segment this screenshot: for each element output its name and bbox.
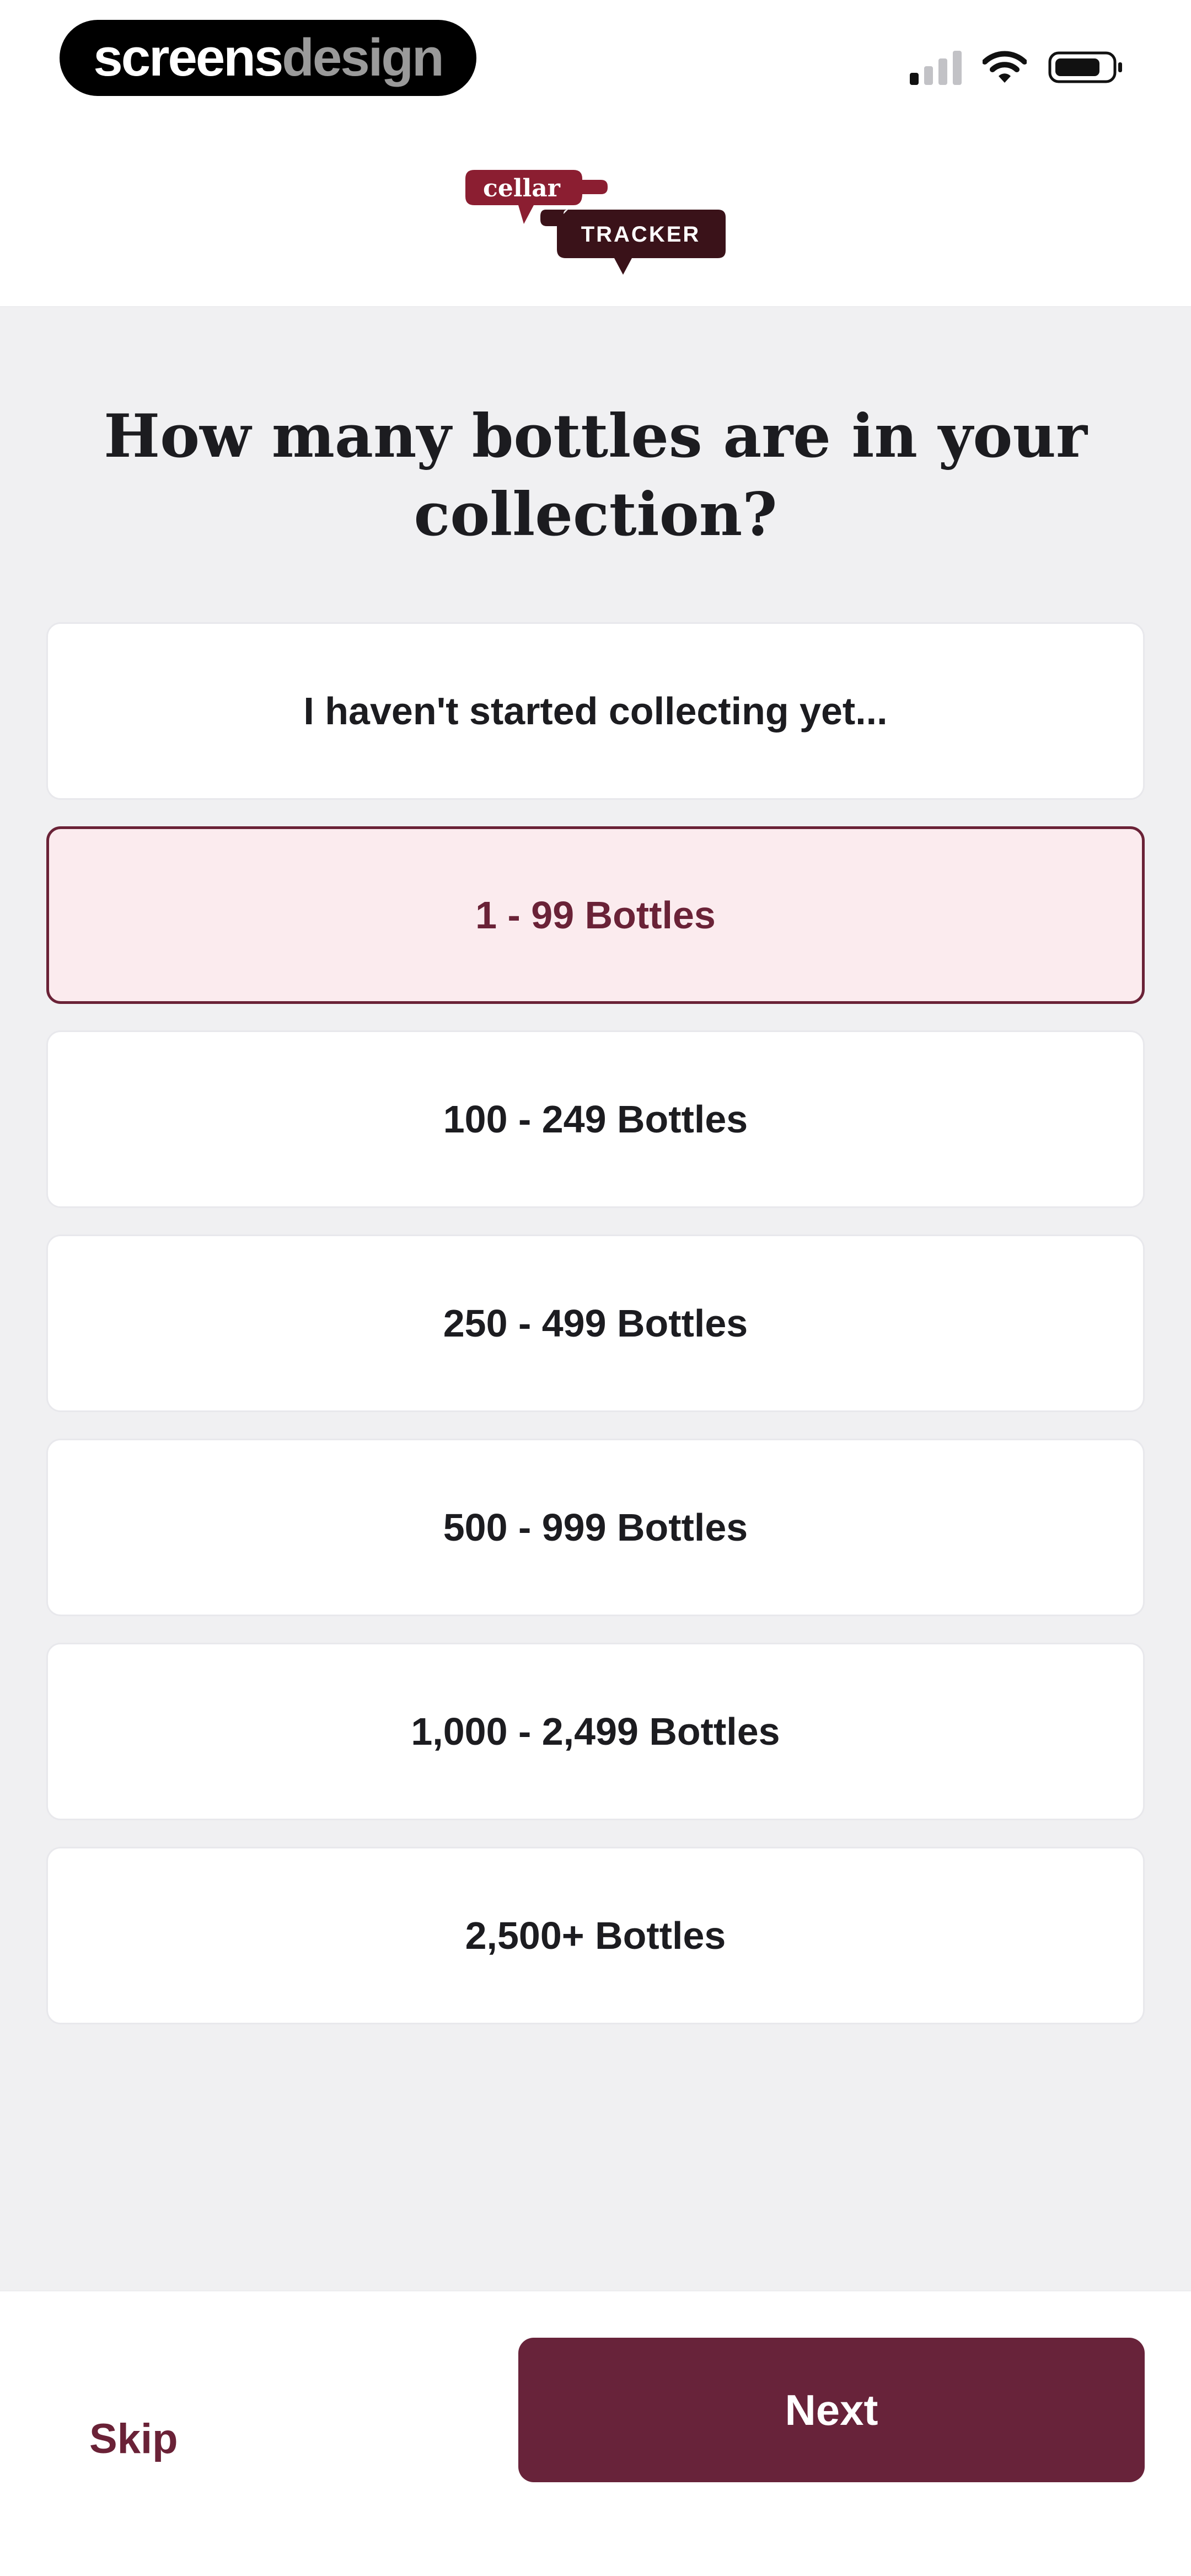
next-button[interactable]: Next [518, 2338, 1145, 2482]
logo-bottom-text: TRACKER [581, 222, 701, 247]
option-2[interactable]: 100 - 249 Bottles [46, 1030, 1145, 1208]
footer: Skip Next [0, 2290, 1191, 2576]
option-1[interactable]: 1 - 99 Bottles [46, 826, 1145, 1004]
header: screens design cellar TRACKER [0, 0, 1191, 307]
page-title: How many bottles are in your collection? [104, 402, 1087, 549]
wifi-icon [983, 51, 1027, 83]
option-4[interactable]: 500 - 999 Bottles [46, 1439, 1145, 1616]
watermark-part2: design [282, 28, 444, 87]
option-6[interactable]: 2,500+ Bottles [46, 1847, 1145, 2024]
logo-top-text: cellar [483, 174, 561, 202]
signal-icon [910, 50, 962, 85]
screen: screens design cellar TRACKER How many b… [0, 0, 1191, 2576]
cellartracker-logo: cellar TRACKER [465, 170, 726, 275]
screensdesign-watermark: screens design [60, 20, 476, 96]
battery-icon [1048, 51, 1122, 83]
option-0[interactable]: I haven't started collecting yet... [46, 622, 1145, 800]
option-3[interactable]: 250 - 499 Bottles [46, 1234, 1145, 1412]
option-5[interactable]: 1,000 - 2,499 Bottles [46, 1643, 1145, 1820]
skip-button[interactable]: Skip [89, 2415, 178, 2463]
watermark-part1: screens [93, 28, 283, 87]
options-list: I haven't started collecting yet... 1 - 9… [46, 622, 1145, 2024]
status-bar [910, 45, 1125, 89]
